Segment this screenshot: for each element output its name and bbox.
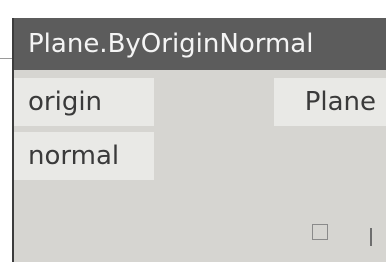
node-plane-by-origin-normal[interactable]: Plane.ByOriginNormal origin normal Plane xyxy=(12,18,386,262)
vertical-bar-icon xyxy=(370,228,372,246)
input-port-normal[interactable]: normal xyxy=(14,132,154,180)
node-title[interactable]: Plane.ByOriginNormal xyxy=(14,18,386,70)
input-port-origin[interactable]: origin xyxy=(14,78,154,126)
connector-wire xyxy=(0,58,12,59)
output-port-plane[interactable]: Plane xyxy=(274,78,386,126)
checkbox-outline-icon[interactable] xyxy=(312,224,328,240)
